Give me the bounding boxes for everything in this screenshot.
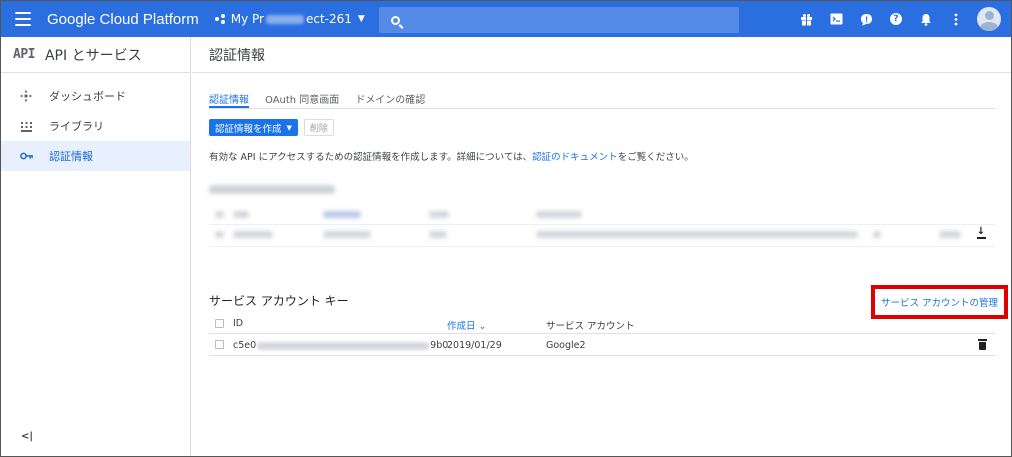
column-header-id: ID: [233, 318, 244, 329]
redacted-section-title: [209, 185, 335, 194]
service-account-cell: Google2: [546, 340, 586, 351]
feedback-icon[interactable]: [855, 8, 877, 30]
account-avatar[interactable]: [977, 7, 1001, 31]
service-account-keys-title: サービス アカウント キー: [209, 294, 349, 308]
description-post: をご覧ください。: [617, 152, 694, 163]
library-icon: [19, 119, 33, 133]
tab-oauth-consent[interactable]: OAuth 同意画面: [265, 87, 339, 108]
app-window: Google Cloud Platform My Pr ect-261 ▼ ? …: [0, 0, 1012, 457]
key-id-cell: c5e0 9b0: [233, 340, 448, 351]
project-selector[interactable]: My Pr ect-261 ▼: [214, 12, 365, 26]
key-id-end: 9b0: [430, 340, 449, 351]
redacted-oauth-section: ↓: [209, 185, 995, 255]
sidebar-header: API API とサービス: [1, 37, 190, 73]
project-name-suffix: ect-261: [305, 12, 352, 26]
description-text: 有効な API にアクセスするための認証情報を作成します。詳細については、認証の…: [209, 149, 694, 163]
delete-key-icon[interactable]: [978, 339, 987, 350]
top-app-bar: Google Cloud Platform My Pr ect-261 ▼ ?: [1, 1, 1011, 37]
chevron-down-icon: ▼: [286, 123, 292, 132]
auth-docs-link[interactable]: 認証のドキュメント: [532, 152, 618, 163]
top-bar-actions: ?: [787, 1, 1001, 37]
key-icon: [19, 149, 33, 163]
sort-chevron-icon: ⌄: [478, 321, 487, 332]
project-name-prefix: My Pr: [230, 12, 264, 26]
project-icon: [214, 14, 225, 24]
row-checkbox[interactable]: [215, 340, 224, 349]
download-icon[interactable]: ↓: [975, 227, 987, 241]
page-title: 認証情報: [192, 37, 1011, 73]
dashboard-icon: [19, 89, 33, 103]
main-content: 認証情報 認証情報 OAuth 同意画面 ドメインの確認 認証情報を作成 ▼ 削…: [192, 37, 1011, 456]
action-toolbar: 認証情報を作成 ▼ 削除: [209, 119, 334, 136]
gift-icon[interactable]: [795, 8, 817, 30]
row-actions: ↓: [975, 227, 987, 241]
delete-button[interactable]: 削除: [303, 119, 334, 136]
redacted-header-row: [209, 205, 995, 225]
cloud-shell-icon[interactable]: [825, 8, 847, 30]
chevron-down-icon: ▼: [357, 14, 365, 24]
help-icon[interactable]: ?: [885, 8, 907, 30]
redacted-client-row: ↓: [209, 225, 995, 247]
table-row: c5e0 9b0 2019/01/29 Google2: [209, 334, 995, 356]
collapse-sidebar-icon[interactable]: <|: [21, 431, 33, 442]
manage-service-accounts-link[interactable]: サービス アカウントの管理: [881, 295, 998, 309]
column-header-created-label: 作成日: [447, 321, 476, 332]
sidebar-item-dashboard[interactable]: ダッシュボード: [1, 81, 190, 111]
tab-domain-verification[interactable]: ドメインの確認: [355, 87, 425, 108]
create-credentials-label: 認証情報を作成: [215, 123, 282, 135]
sidebar-item-label: ライブラリ: [49, 120, 104, 133]
table-header-row: ID 作成日 ⌄ サービス アカウント: [209, 313, 995, 334]
notifications-icon[interactable]: [915, 8, 937, 30]
api-logo: API: [13, 47, 35, 62]
tab-bar: 認証情報 OAuth 同意画面 ドメインの確認: [209, 87, 995, 109]
sidebar-item-label: ダッシュボード: [49, 90, 126, 103]
tab-credentials[interactable]: 認証情報: [209, 87, 249, 108]
column-header-created[interactable]: 作成日 ⌄: [447, 318, 487, 332]
search-icon: [391, 15, 400, 25]
sidebar-item-library[interactable]: ライブラリ: [1, 111, 190, 141]
brand-title[interactable]: Google Cloud Platform: [47, 11, 199, 28]
sidebar: API API とサービス ダッシュボード ライブラリ 認証情報 <|: [1, 37, 191, 456]
more-vert-icon[interactable]: [945, 8, 967, 30]
menu-icon[interactable]: [15, 12, 31, 26]
sidebar-title: API とサービス: [44, 47, 142, 64]
select-all-checkbox[interactable]: [215, 319, 224, 328]
sidebar-item-credentials[interactable]: 認証情報: [1, 141, 190, 171]
redacted-key-id: [257, 341, 430, 350]
search-input[interactable]: [379, 7, 739, 33]
sidebar-item-label: 認証情報: [49, 150, 93, 163]
key-id-start: c5e0: [233, 340, 257, 351]
description-pre: 有効な API にアクセスするための認証情報を作成します。詳細については、: [209, 152, 533, 163]
created-date-cell: 2019/01/29: [447, 340, 502, 351]
create-credentials-button[interactable]: 認証情報を作成 ▼: [209, 119, 298, 136]
service-account-keys-table: ID 作成日 ⌄ サービス アカウント c5e0 9b0 2019/01/29 G…: [209, 313, 995, 356]
column-header-service-account: サービス アカウント: [546, 321, 635, 332]
redacted-project-name: [265, 14, 304, 24]
